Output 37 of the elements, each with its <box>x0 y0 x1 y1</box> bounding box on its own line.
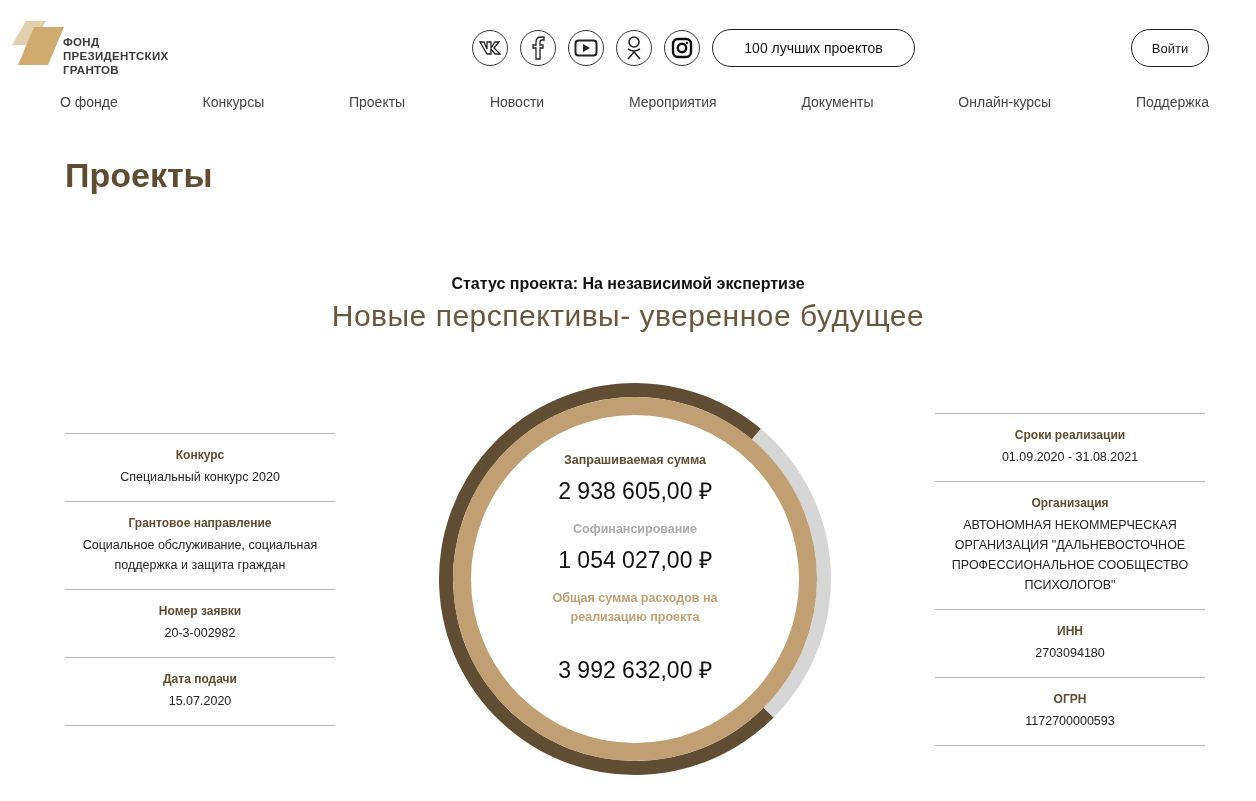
nav-link[interactable]: Онлайн-курсы <box>958 94 1052 110</box>
project-name: Новые перспективы- уверенное будущее <box>330 299 926 333</box>
info-value: Специальный конкурс 2020 <box>119 468 281 486</box>
info-label: Дата подачи <box>162 671 238 686</box>
info-value: 20-3-002982 <box>163 624 237 642</box>
info-label: Организация <box>1030 495 1110 510</box>
login-button[interactable]: Войти <box>1131 29 1209 67</box>
info-label: Конкурс <box>174 447 226 462</box>
amount-value: 3 992 632,00 ₽ <box>557 656 713 685</box>
nav-link[interactable]: Конкурсы <box>202 94 265 110</box>
amount-value: 2 938 605,00 ₽ <box>557 477 713 506</box>
info-label: Грантовое направление <box>127 515 273 530</box>
nav-link[interactable]: Поддержка <box>1135 94 1209 110</box>
logo-text[interactable]: ФОНД ПРЕЗИДЕНТСКИХ ГРАНТОВ <box>63 35 169 77</box>
page-title: Проекты <box>65 156 214 195</box>
nav-link[interactable]: Документы <box>801 94 874 110</box>
amount-value: 1 054 027,00 ₽ <box>557 546 713 575</box>
logo-icon <box>12 21 64 65</box>
amount-label: Общая сумма расходов на реализацию проекта <box>551 590 719 626</box>
info-value: 2703094180 <box>1034 644 1106 662</box>
nav-link[interactable]: Мероприятия <box>628 94 717 110</box>
info-label: ИНН <box>1056 623 1084 638</box>
nav-link[interactable]: Проекты <box>348 94 406 110</box>
best-projects-button[interactable]: 100 лучших проектов <box>712 29 915 67</box>
nav-link[interactable]: О фонде <box>60 94 118 110</box>
info-label: ОГРН <box>1052 691 1088 706</box>
amount-label: Софинансирование <box>572 521 698 538</box>
info-value: 01.09.2020 - 31.08.2021 <box>1000 448 1140 466</box>
info-label: Сроки реализации <box>1013 427 1127 442</box>
amount-label: Запрашиваемая сумма <box>562 452 708 469</box>
info-value: Социальное обслуживание, социальная поддержка и защита граждан <box>81 536 319 574</box>
nav-link[interactable]: Новости <box>489 94 545 110</box>
info-value: АВТОНОМНАЯ НЕКОММЕРЧЕСКАЯ ОРГАНИЗАЦИЯ "ДАЛЬНЕВОСТОЧНОЕ ПРОФЕССИОНАЛЬНОЕ СООБЩЕСТВО ПСИХОЛОГОВ" <box>950 516 1190 594</box>
project-status: Статус проекта: На независимой экспертизе <box>450 275 806 293</box>
info-value: 1172700000593 <box>1024 712 1116 730</box>
info-value: 15.07.2020 <box>167 692 233 710</box>
info-label: Номер заявки <box>157 603 243 618</box>
